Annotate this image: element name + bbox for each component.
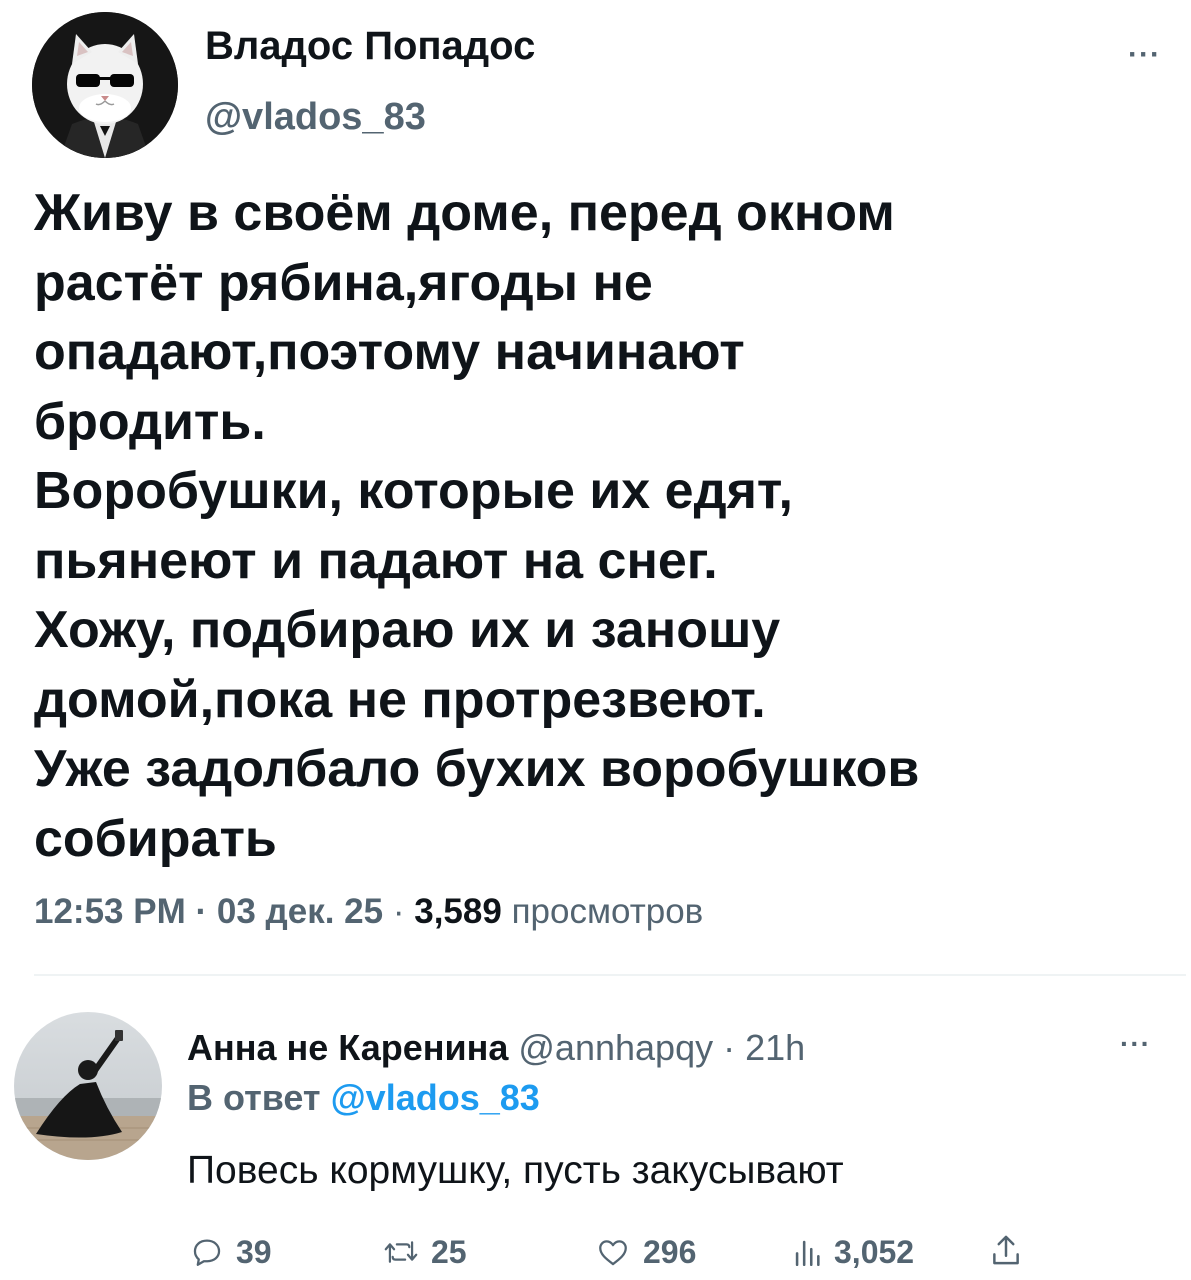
tweet-date[interactable]: 03 дек. 25 [217,892,383,931]
reply-author-handle[interactable]: @annhapqy [518,1027,713,1068]
author-handle[interactable]: @vlados_83 [205,96,426,139]
views-bar-chart-icon [795,1240,820,1267]
share-icon [993,1235,1019,1265]
cat-avatar-image [32,12,178,158]
in-reply-to-label: В ответ [187,1077,321,1118]
divider [34,974,1186,976]
heart-icon [599,1240,627,1266]
share-button[interactable] [990,1230,1022,1270]
tweet-views-count: 3,589 [414,892,502,931]
retweet-count: 25 [431,1234,467,1270]
tweet-text-line: Живу в своём доме, перед окном [34,184,895,242]
tweet-text-line: пьянеют и падают на снег. [34,531,718,590]
tweet-text-line: опадают,поэтому начинают [34,323,745,381]
views-button[interactable]: 3,052 [792,1232,914,1272]
retweet-icon [384,1241,418,1263]
tweet-views-label: просмотров [511,892,704,931]
more-icon[interactable]: ··· [1120,1030,1151,1058]
comment-icon [193,1239,221,1266]
tweet-text: Живу в своём доме, перед окном растёт ря… [34,179,1154,874]
tweet-text-line: домой,пока не протрезвеют. [34,670,766,729]
in-reply-to-handle[interactable]: @vlados_83 [331,1077,540,1118]
retweet-button[interactable]: 25 [383,1232,467,1272]
reply-author-name[interactable]: Анна не Каренина [187,1027,508,1068]
tweet-text-line: растёт рябина,ягоды не [34,253,653,312]
meta-separator: · [195,892,208,931]
tweet-text-line: Воробушки, которые их едят, [34,462,793,520]
reply-text: Повесь кормушку, пусть закусывают [187,1149,844,1192]
reply-time[interactable]: 21h [745,1027,805,1068]
tweet-text-line: Хожу, подбираю их и заношу [34,601,781,659]
reply-header: Анна не Каренина @annhapqy · 21h [187,1028,805,1068]
author-name[interactable]: Владос Попадос [205,24,535,69]
like-button[interactable]: 296 [595,1232,696,1272]
author-avatar[interactable] [32,12,178,158]
tweet-text-line: Уже задолбало бухих воробушков [34,740,920,798]
meta-separator: · [392,892,405,931]
tweet-text-line: собирать [34,809,277,868]
tweet-text-line: бродить. [34,392,266,451]
like-count: 296 [643,1234,697,1270]
reply-count: 39 [236,1234,272,1270]
seaside-photo-avatar-image [14,1012,162,1160]
tweet-meta: 12:53 PM · 03 дек. 25 · 3,589 просмотров [34,892,703,932]
views-count: 3,052 [834,1234,915,1270]
more-icon[interactable]: ··· [1128,40,1161,70]
reply-button[interactable]: 39 [190,1232,272,1272]
in-reply-to: В ответ @vlados_83 [187,1078,540,1118]
reply-author-avatar[interactable] [14,1012,162,1160]
meta-separator: · [723,1027,736,1068]
tweet-time[interactable]: 12:53 PM [34,892,186,931]
